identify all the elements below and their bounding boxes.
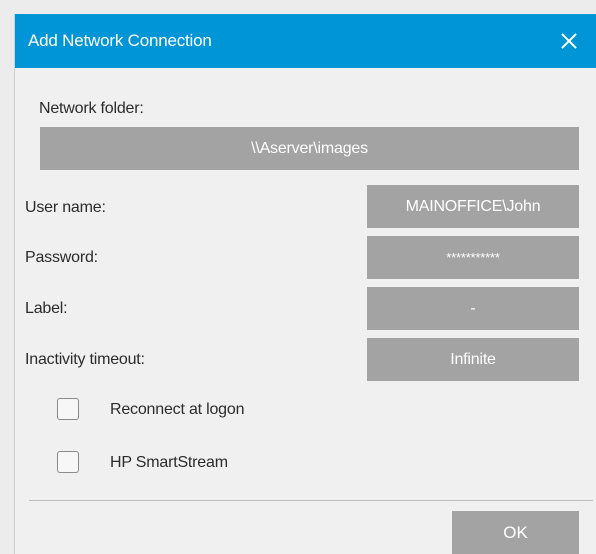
ok-button[interactable]: OK (452, 511, 579, 554)
label-label: Label: (25, 300, 68, 317)
smartstream-checkbox[interactable] (57, 451, 79, 473)
add-network-connection-dialog: Add Network Connection Network folder: \… (14, 14, 596, 554)
close-icon[interactable] (559, 31, 579, 51)
network-folder-field[interactable]: \\Aserver\images (40, 127, 579, 170)
user-name-label: User name: (25, 199, 106, 216)
smartstream-label: HP SmartStream (110, 454, 228, 471)
dialog-titlebar: Add Network Connection (15, 14, 596, 68)
inactivity-timeout-field[interactable]: Infinite (367, 338, 579, 381)
password-label: Password: (25, 249, 98, 266)
reconnect-label: Reconnect at logon (110, 401, 245, 418)
user-name-field[interactable]: MAINOFFICE\John (367, 185, 579, 228)
password-field[interactable]: *********** (367, 236, 579, 279)
footer-divider (29, 500, 593, 501)
inactivity-timeout-label: Inactivity timeout: (25, 351, 145, 368)
label-field[interactable]: - (367, 287, 579, 330)
reconnect-checkbox[interactable] (57, 398, 79, 420)
dialog-title: Add Network Connection (28, 31, 212, 50)
network-folder-label: Network folder: (39, 100, 144, 117)
